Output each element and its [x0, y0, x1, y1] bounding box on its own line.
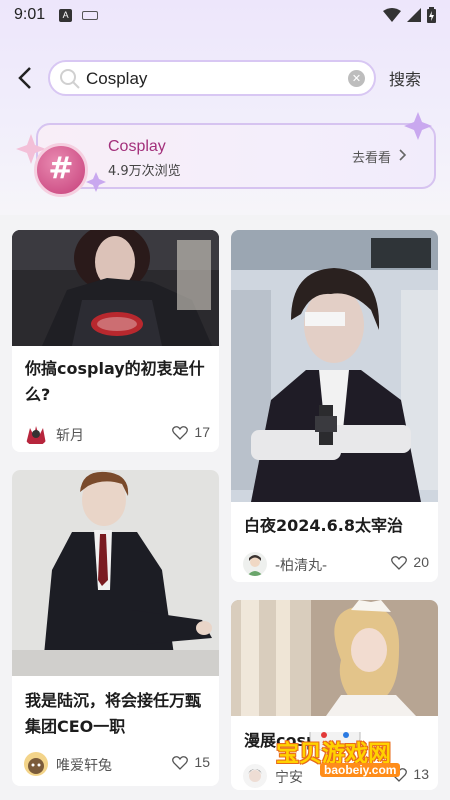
like-count: 20	[413, 554, 429, 570]
post-author-row: 斩月 17	[24, 422, 210, 446]
keyboard-icon	[82, 10, 99, 20]
back-arrow-icon	[18, 67, 31, 89]
status-time: 9:01	[14, 6, 46, 23]
search-bar-row: ✕ 搜索	[0, 58, 450, 98]
like-button[interactable]: 15	[172, 754, 210, 770]
post-title: 你搞cosplay的初衷是什么?	[25, 359, 205, 404]
clear-search-button[interactable]: ✕	[348, 70, 365, 87]
post-title: 白夜2024.6.8太宰治	[244, 516, 403, 535]
post-author-row: -柏清丸- 20	[243, 552, 429, 576]
wifi-icon	[383, 8, 401, 22]
post-photo	[12, 470, 219, 676]
signal-icon	[407, 8, 421, 22]
search-submit-button[interactable]: 搜索	[389, 66, 421, 90]
post-author-row: 唯爱轩兔 15	[24, 752, 210, 776]
search-icon	[60, 69, 80, 89]
avatar[interactable]	[24, 422, 48, 446]
topic-title: Cosplay	[108, 138, 166, 155]
post-author-name[interactable]: 唯爱轩兔	[56, 755, 112, 775]
star-decoration-icon	[86, 172, 106, 192]
battery-icon	[427, 7, 436, 23]
notification-app-icon: A	[59, 8, 73, 22]
post-card[interactable]: 白夜2024.6.8太宰治 -柏清丸- 20	[231, 230, 438, 582]
post-card[interactable]: 我是陆沉，将会接任万甄集团CEO一职 唯爱轩兔 15	[12, 470, 219, 786]
topic-view-count: 4.9万次浏览	[108, 164, 181, 179]
post-card[interactable]: 你搞cosplay的初衷是什么? 斩月 17	[12, 230, 219, 452]
post-author-name[interactable]: 斩月	[56, 425, 84, 445]
post-photo	[12, 230, 219, 346]
post-author-name[interactable]: -柏清丸-	[275, 555, 327, 575]
heart-icon	[172, 755, 189, 770]
avatar[interactable]	[24, 752, 48, 776]
post-photo	[231, 600, 438, 716]
back-button[interactable]	[12, 64, 40, 92]
like-button[interactable]: 17	[172, 424, 210, 440]
topic-go-link[interactable]: 去看看	[352, 147, 391, 166]
star-decoration-icon	[404, 112, 432, 140]
like-count: 15	[194, 754, 210, 770]
search-input[interactable]	[86, 67, 346, 91]
like-button[interactable]: 20	[391, 554, 429, 570]
avatar[interactable]	[243, 552, 267, 576]
post-title: 我是陆沉，将会接任万甄集团CEO一职	[25, 691, 202, 736]
heart-icon	[391, 555, 408, 570]
chevron-right-icon	[399, 149, 407, 161]
status-bar: 9:01 A	[0, 0, 450, 30]
watermark-url: baobeiy.com	[320, 763, 401, 777]
heart-icon	[172, 425, 189, 440]
topic-hashtag-icon: #	[34, 143, 88, 197]
like-count: 17	[194, 424, 210, 440]
post-photo	[231, 230, 438, 502]
search-box[interactable]: ✕	[48, 60, 376, 96]
